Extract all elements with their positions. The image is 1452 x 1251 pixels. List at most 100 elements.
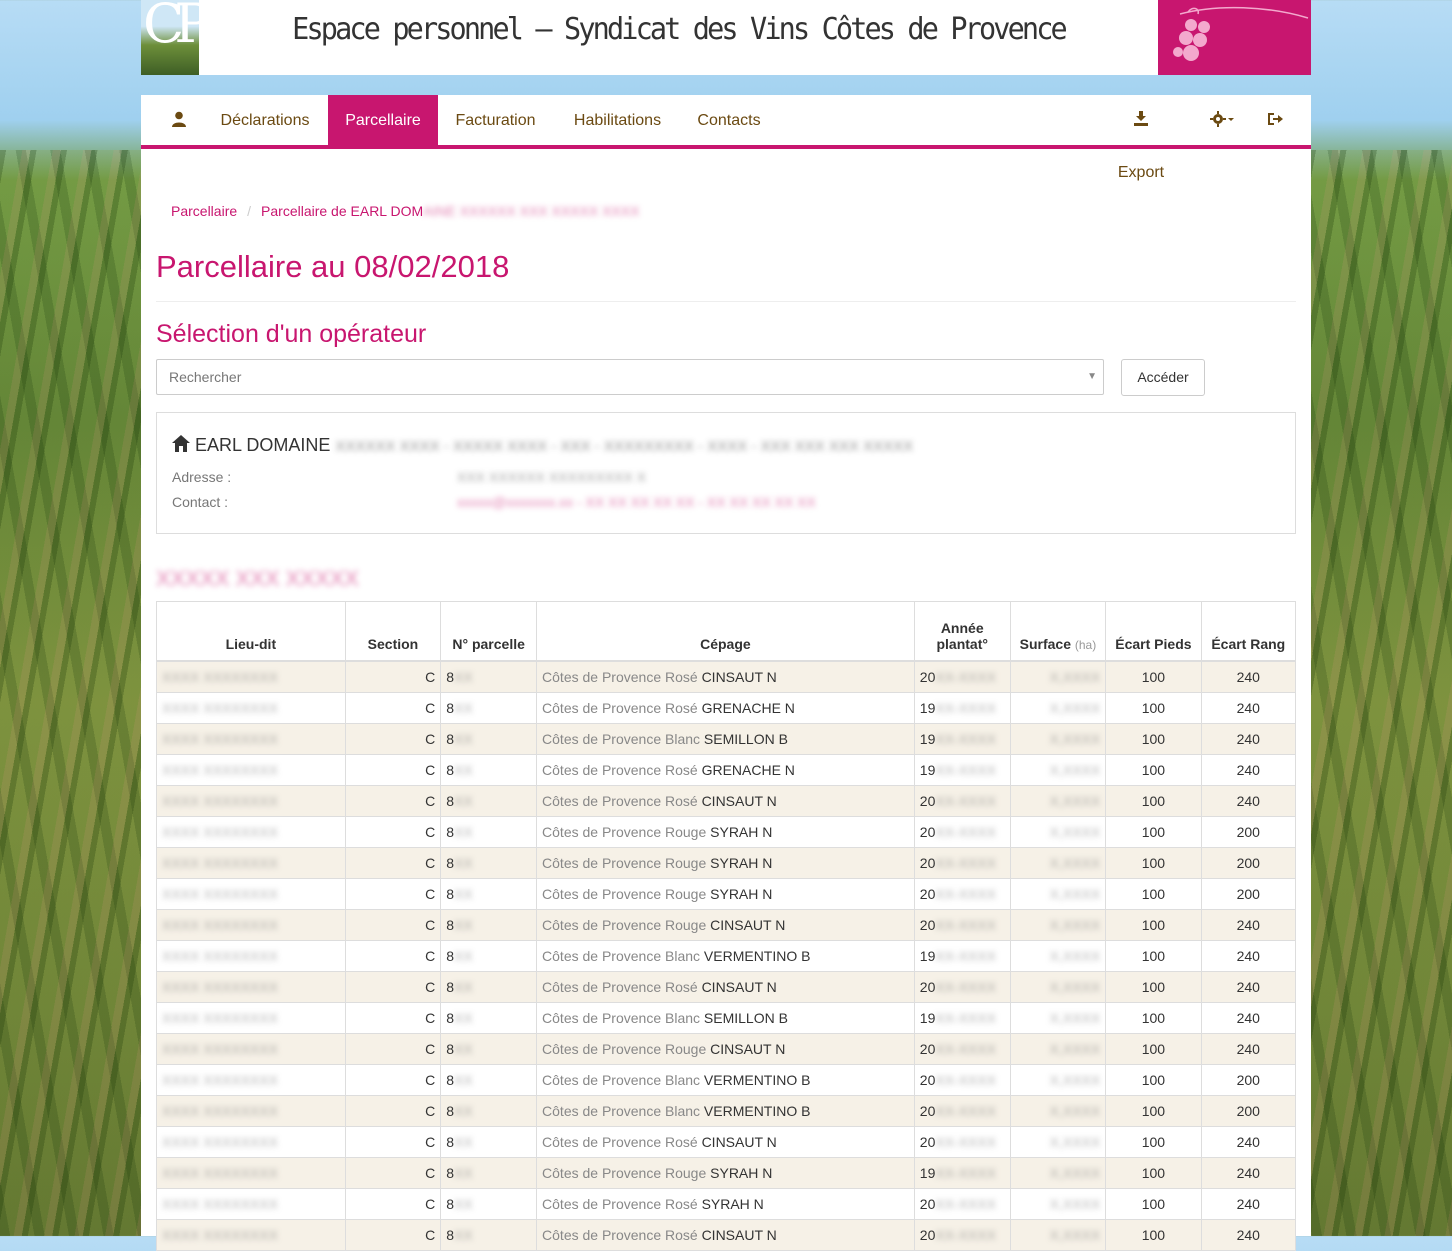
grape-logo (1158, 0, 1311, 75)
col-surface[interactable]: Surface (ha) (1009, 601, 1107, 662)
cell-lieu-dit: XXXX XXXXXXXX (156, 971, 346, 1003)
cell-ecart-pieds: 100 (1105, 723, 1202, 755)
cell-section: C (344, 785, 442, 817)
logout-icon (1268, 113, 1283, 125)
col-annee-plantation[interactable]: Année plantat° (913, 601, 1011, 662)
cell-section: C (344, 847, 442, 879)
cell-num-parcelle: 8XX (440, 878, 538, 910)
cell-ecart-pieds: 100 (1105, 847, 1202, 879)
cell-cepage: Côtes de Provence Rosé SYRAH N (536, 1188, 915, 1220)
cell-lieu-dit: XXXX XXXXXXXX (156, 909, 346, 941)
col-ecart-rang[interactable]: Écart Rang (1200, 601, 1297, 662)
table-row: XXXX XXXXXXXX C 8XX Côtes de Provence Rosé … (156, 754, 1297, 786)
table-row: XXXX XXXXXXXX C 8XX Côtes de Provence Rouge… (156, 847, 1297, 879)
table-row: XXXX XXXXXXXX C 8XX Côtes de Provence Rouge… (156, 816, 1297, 848)
table-row: XXXX XXXXXXXX C 8XX Côtes de Provence Rosé … (156, 660, 1297, 693)
cell-cepage: Côtes de Provence Rosé CINSAUT N (536, 660, 915, 693)
cell-surface: X,XXXX (1009, 1064, 1107, 1096)
table-header-row: Lieu-dit Section N° parcelle Cépage Anné… (156, 601, 1297, 662)
cell-num-parcelle: 8XX (440, 909, 538, 941)
cell-num-parcelle: 8XX (440, 692, 538, 724)
nav-contacts[interactable]: Contacts (681, 95, 777, 145)
cell-annee: 20XX-XXXX (913, 878, 1011, 910)
cell-ecart-rang: 240 (1200, 1188, 1297, 1220)
nav-settings-dropdown[interactable] (1193, 95, 1251, 145)
cell-ecart-rang: 240 (1200, 909, 1297, 941)
chevron-down-icon: ▼ (1087, 371, 1097, 382)
operator-section-title: Sélection d'un opérateur (156, 320, 427, 348)
cell-lieu-dit: XXXX XXXXXXXX (156, 816, 346, 848)
cell-ecart-rang: 200 (1200, 1095, 1297, 1127)
cell-surface: X,XXXX (1009, 847, 1107, 879)
nav-user[interactable] (156, 95, 201, 145)
cell-surface: X,XXXX (1009, 1033, 1107, 1065)
operator-card: EARL DOMAINE XXXXXX XXXX - XXXXX XXXX - … (156, 412, 1296, 534)
export-label: Export (1117, 164, 1165, 181)
cell-annee: 20XX-XXXX (913, 1188, 1011, 1220)
table-row: XXXX XXXXXXXX C 8XX Côtes de Provence Rouge… (156, 909, 1297, 941)
cell-surface: X,XXXX (1009, 1002, 1107, 1034)
cell-ecart-rang: 240 (1200, 754, 1297, 786)
nav-logout[interactable] (1251, 95, 1296, 145)
cell-annee: 19XX-XXXX (913, 940, 1011, 972)
nav-habilitations[interactable]: Habilitations (555, 95, 680, 145)
cell-ecart-rang: 240 (1200, 692, 1297, 724)
cell-num-parcelle: 8XX (440, 1002, 538, 1034)
breadcrumb-current[interactable]: Parcellaire de EARL DOM (261, 203, 423, 219)
page-title: Parcellaire au 08/02/2018 (156, 249, 510, 284)
cell-ecart-rang: 240 (1200, 1033, 1297, 1065)
operator-search-select[interactable]: Rechercher ▼ (156, 359, 1104, 395)
cell-ecart-rang: 200 (1200, 878, 1297, 910)
cell-surface: X,XXXX (1009, 660, 1107, 693)
cell-surface: X,XXXX (1009, 909, 1107, 941)
access-button[interactable]: Accéder (1121, 359, 1205, 396)
site-logo[interactable]: CP (141, 0, 199, 75)
cell-section: C (344, 1219, 442, 1251)
nav-facturation[interactable]: Facturation (438, 95, 553, 145)
parcel-table: Lieu-dit Section N° parcelle Cépage Anné… (156, 601, 1297, 1251)
cell-ecart-rang: 240 (1200, 723, 1297, 755)
cell-section: C (344, 909, 442, 941)
cell-annee: 19XX-XXXX (913, 1157, 1011, 1189)
cell-annee: 20XX-XXXX (913, 1095, 1011, 1127)
grape-icon (1173, 6, 1309, 61)
cell-ecart-pieds: 100 (1105, 971, 1202, 1003)
table-row: XXXX XXXXXXXX C 8XX Côtes de Provence Blanc… (156, 723, 1297, 755)
cell-cepage: Côtes de Provence Rouge SYRAH N (536, 847, 915, 879)
nav-declarations[interactable]: Déclarations (202, 95, 328, 145)
cell-section: C (344, 692, 442, 724)
col-cepage[interactable]: Cépage (536, 601, 915, 662)
cell-annee: 20XX-XXXX (913, 816, 1011, 848)
nav-export[interactable]: Export (1096, 95, 1186, 181)
cell-lieu-dit: XXXX XXXXXXXX (156, 1095, 346, 1127)
col-lieu-dit[interactable]: Lieu-dit (156, 601, 346, 662)
cell-ecart-rang: 240 (1200, 1002, 1297, 1034)
col-ecart-pieds[interactable]: Écart Pieds (1105, 601, 1202, 662)
table-row: XXXX XXXXXXXX C 8XX Côtes de Provence Rouge… (156, 1033, 1297, 1065)
breadcrumb-hidden: AINE XXXXXX XXX XXXXX XXXX (423, 203, 640, 219)
contact-label: Contact : (172, 494, 229, 510)
cell-ecart-pieds: 100 (1105, 1064, 1202, 1096)
cell-num-parcelle: 8XX (440, 754, 538, 786)
cell-section: C (344, 1188, 442, 1220)
nav-parcellaire[interactable]: Parcellaire (328, 95, 438, 145)
table-row: XXXX XXXXXXXX C 8XX Côtes de Provence Rosé … (156, 1126, 1297, 1158)
cell-ecart-rang: 240 (1200, 1219, 1297, 1251)
col-num-parcelle[interactable]: N° parcelle (440, 601, 538, 662)
cell-surface: X,XXXX (1009, 692, 1107, 724)
cell-cepage: Côtes de Provence Rouge SYRAH N (536, 1157, 915, 1189)
cell-annee: 20XX-XXXX (913, 785, 1011, 817)
cell-ecart-pieds: 100 (1105, 1095, 1202, 1127)
col-section[interactable]: Section (344, 601, 442, 662)
cell-cepage: Côtes de Provence Rouge SYRAH N (536, 878, 915, 910)
cell-ecart-rang: 200 (1200, 1064, 1297, 1096)
cell-surface: X,XXXX (1009, 1188, 1107, 1220)
cell-section: C (344, 816, 442, 848)
breadcrumb-parcellaire[interactable]: Parcellaire (171, 203, 237, 219)
contact-value[interactable]: xxxxx@xxxxxxx.xx - XX XX XX XX XX - XX X… (457, 494, 816, 510)
cell-ecart-pieds: 100 (1105, 660, 1202, 693)
cell-section: C (344, 878, 442, 910)
operator-name-hidden: XXXXXX XXXX - XXXXX XXXX - XXX - XXXXXXX… (335, 438, 914, 455)
cell-num-parcelle: 8XX (440, 1064, 538, 1096)
cell-num-parcelle: 8XX (440, 660, 538, 693)
